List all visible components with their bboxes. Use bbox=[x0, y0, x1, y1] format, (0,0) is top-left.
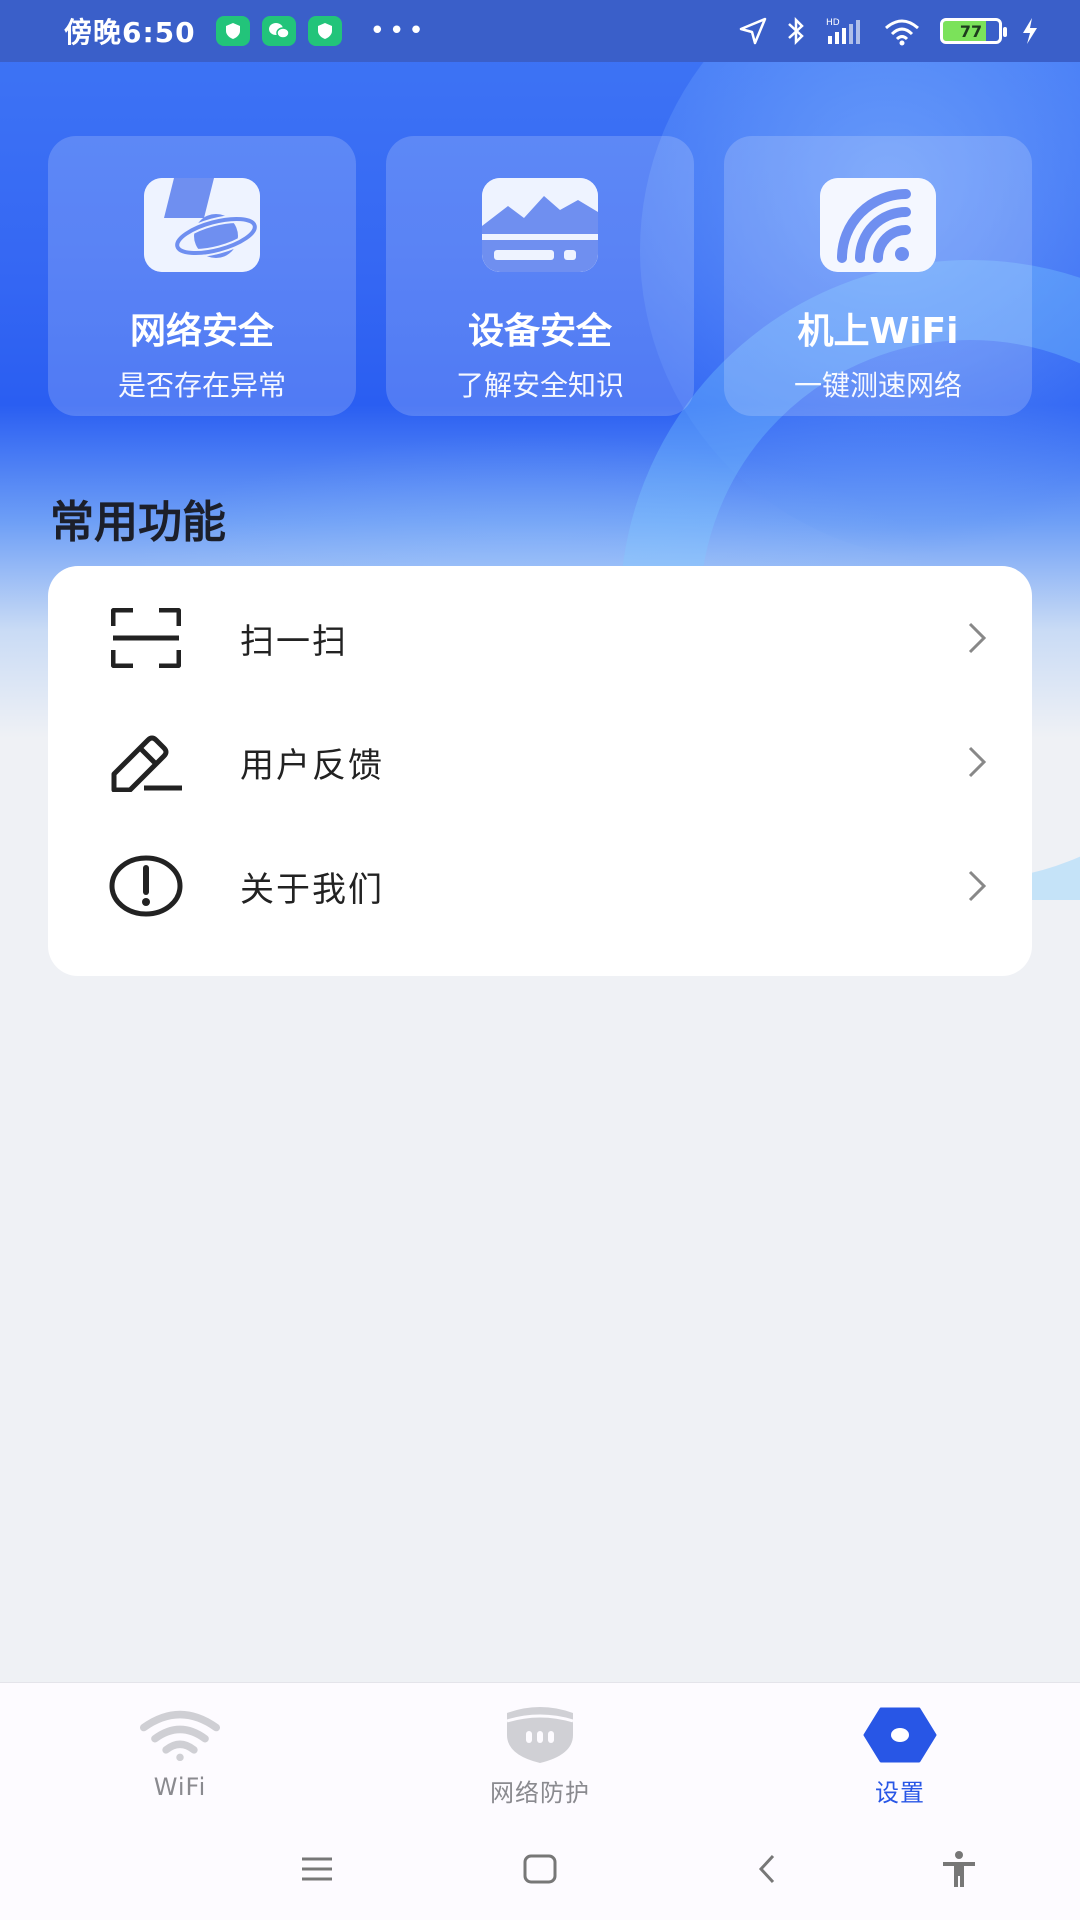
card-title: 机上WiFi bbox=[797, 311, 959, 352]
home-square-icon[interactable] bbox=[515, 1844, 565, 1894]
tab-network-protection[interactable]: 网络防护 bbox=[360, 1683, 720, 1814]
card-title: 设备安全 bbox=[467, 311, 612, 352]
accessibility-icon[interactable] bbox=[934, 1844, 984, 1894]
app-screen: 傍晚6:50 ••• HD 77 网络安全 是否存在异常 设备安全 了解安全知识… bbox=[0, 0, 1080, 1920]
tab-wifi[interactable]: WiFi bbox=[0, 1683, 360, 1814]
wifi-signal-icon bbox=[820, 178, 936, 272]
quick-cards: 网络安全 是否存在异常 设备安全 了解安全知识 机上WiFi 一键测速网络 bbox=[48, 136, 1032, 416]
tab-label: 网络防护 bbox=[490, 1779, 590, 1807]
status-notification-icons bbox=[215, 16, 342, 46]
security-app-icon-2 bbox=[307, 16, 342, 46]
svg-text:HD: HD bbox=[826, 18, 840, 28]
tab-settings[interactable]: 设置 bbox=[720, 1683, 1080, 1814]
wifi-icon bbox=[140, 1705, 220, 1765]
list-item-label: 用户反馈 bbox=[240, 745, 384, 786]
section-title: 常用功能 bbox=[50, 497, 226, 548]
tab-label: WiFi bbox=[153, 1773, 207, 1801]
settings-hex-icon bbox=[860, 1705, 940, 1765]
scan-icon bbox=[108, 600, 184, 676]
chevron-right-icon bbox=[968, 746, 987, 778]
chevron-right-icon bbox=[968, 622, 987, 654]
chevron-right-icon bbox=[968, 870, 987, 902]
battery-icon: 77 bbox=[940, 18, 1007, 44]
tab-label: 设置 bbox=[875, 1779, 925, 1807]
list-item-label: 关于我们 bbox=[240, 869, 384, 910]
device-chart-icon bbox=[482, 178, 598, 272]
wifi-status-icon bbox=[885, 19, 919, 46]
menu-icon[interactable] bbox=[292, 1844, 342, 1894]
card-onboard-wifi[interactable]: 机上WiFi 一键测速网络 bbox=[724, 136, 1032, 416]
charging-bolt-icon bbox=[1023, 18, 1037, 44]
cellular-signal-icon: HD bbox=[826, 18, 860, 44]
bottom-tab-bar: WiFi 网络防护 设置 bbox=[0, 1682, 1080, 1814]
back-chevron-icon[interactable] bbox=[742, 1844, 792, 1894]
more-notifications-icon: ••• bbox=[369, 16, 428, 46]
card-device-security[interactable]: 设备安全 了解安全知识 bbox=[386, 136, 694, 416]
planet-icon bbox=[144, 178, 260, 272]
card-subtitle: 了解安全知识 bbox=[455, 369, 624, 402]
list-item-feedback[interactable]: 用户反馈 bbox=[48, 700, 1032, 824]
wechat-icon bbox=[261, 16, 296, 46]
list-item-about[interactable]: 关于我们 bbox=[48, 824, 1032, 948]
security-app-icon bbox=[215, 16, 250, 46]
edit-pen-icon bbox=[108, 724, 184, 800]
info-alert-icon bbox=[108, 848, 184, 924]
status-time: 傍晚6:50 bbox=[64, 16, 196, 49]
shield-icon bbox=[500, 1705, 580, 1765]
location-arrow-icon bbox=[739, 17, 767, 45]
card-title: 网络安全 bbox=[129, 311, 274, 352]
system-navigation-bar bbox=[0, 1814, 1080, 1920]
card-subtitle: 一键测速网络 bbox=[793, 369, 962, 402]
status-system-icons: HD 77 bbox=[738, 16, 1040, 46]
list-item-label: 扫一扫 bbox=[240, 621, 348, 662]
status-bar: 傍晚6:50 ••• HD 77 bbox=[0, 0, 1080, 62]
card-subtitle: 是否存在异常 bbox=[117, 369, 286, 402]
bluetooth-icon bbox=[788, 16, 804, 46]
common-functions-list: 扫一扫 用户反馈 关于我们 bbox=[48, 566, 1032, 976]
card-network-security[interactable]: 网络安全 是否存在异常 bbox=[48, 136, 356, 416]
list-item-scan[interactable]: 扫一扫 bbox=[48, 576, 1032, 700]
